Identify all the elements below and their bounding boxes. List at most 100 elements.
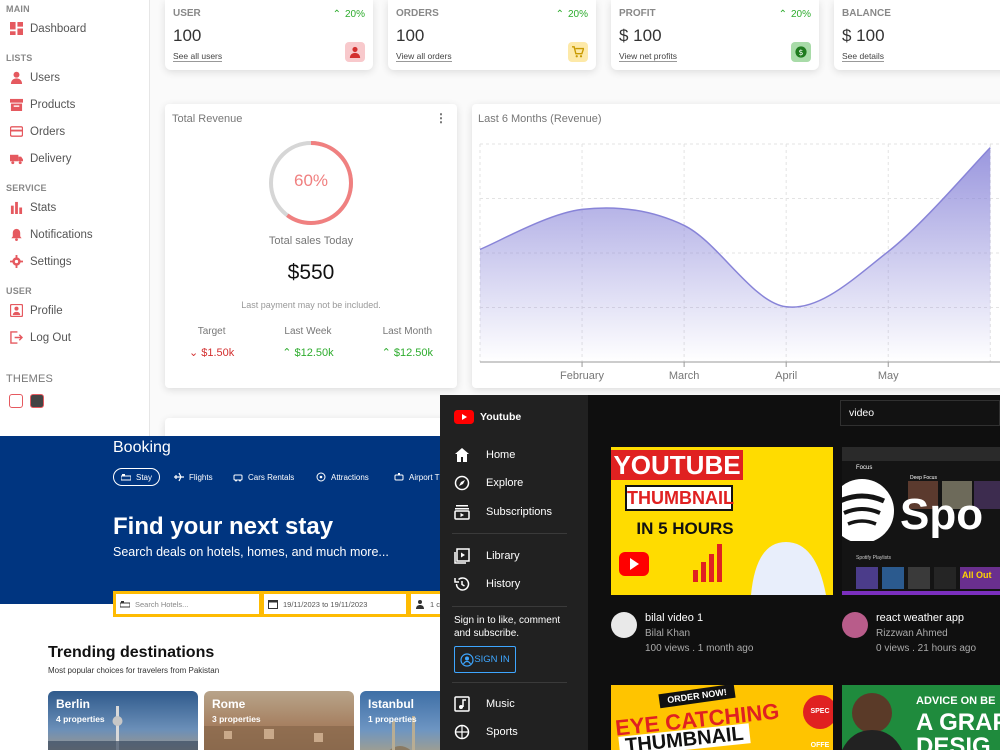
sidebar-item-label: Delivery: [30, 152, 72, 165]
booking-logo[interactable]: Booking: [113, 439, 171, 457]
sidebar-item-delivery[interactable]: Delivery: [10, 152, 72, 165]
account-box-icon: [10, 304, 23, 317]
nav-label: Stay: [136, 472, 153, 482]
thumb-text-thumbnail: THUMBNAIL: [625, 485, 734, 511]
video-title[interactable]: bilal video 1: [645, 612, 703, 624]
sidebar-item-profile[interactable]: Profile: [10, 304, 63, 317]
destination-properties: 1 properties: [368, 714, 417, 724]
revenue-subtitle: Total sales Today: [268, 235, 354, 247]
sidebar-item-orders[interactable]: Orders: [10, 125, 65, 138]
yt-nav-music[interactable]: Music: [454, 696, 515, 712]
thumb-badge: SPEC OFFE: [803, 695, 833, 749]
widget-title: BALANCE: [842, 8, 891, 19]
card-icon: [10, 126, 23, 137]
theme-dark-button[interactable]: [30, 394, 44, 408]
thumb-text-design: DESIG: [916, 733, 991, 750]
sidebar-item-label: Dashboard: [30, 22, 87, 35]
youtube-sidebar: Youtube Home Explore Subscriptions Libra…: [440, 395, 588, 750]
sidebar-item-products[interactable]: Products: [10, 98, 75, 111]
destination-card-berlin[interactable]: Berlin 4 properties: [48, 691, 198, 750]
widget-link[interactable]: View all orders: [396, 51, 452, 62]
video-thumbnail-4[interactable]: ADVICE ON BE A GRAP DESIG: [842, 685, 1000, 750]
sidebar-item-label: Products: [30, 98, 76, 111]
video-channel[interactable]: Rizzwan Ahmed: [876, 628, 948, 639]
attractions-icon: [316, 472, 326, 482]
video-title[interactable]: react weather app: [876, 612, 964, 624]
yt-nav-history[interactable]: History: [454, 576, 520, 592]
revenue-note: Last payment may not be included.: [241, 300, 381, 310]
stat-value: $1.50k: [201, 347, 235, 359]
destination-card-istanbul[interactable]: Istanbul 1 properties: [360, 691, 440, 750]
search-hotels-field[interactable]: Search Hotels...: [113, 591, 262, 617]
video-meta: 0 views . 21 hours ago: [876, 643, 977, 654]
stat-last-week: Last Week ⌃ $12.50k: [282, 326, 333, 359]
nav-car-rentals[interactable]: Cars Rentals: [233, 468, 294, 486]
widget-title: PROFIT: [619, 8, 656, 19]
thumb-text-all-out: All Out: [962, 570, 992, 580]
x-tick-label: February: [560, 370, 605, 382]
youtube-logo[interactable]: Youtube: [454, 410, 521, 424]
svg-text:$: $: [799, 48, 804, 57]
channel-avatar-1[interactable]: [611, 612, 637, 638]
widget-link[interactable]: See all users: [173, 51, 223, 62]
widget-percentage: ⌃ 20%: [333, 9, 365, 20]
trending-title: Trending destinations: [48, 644, 215, 661]
dollar-icon: $: [791, 42, 811, 62]
thumbnail-person: [842, 693, 902, 750]
more-vert-icon[interactable]: ⋮: [435, 111, 447, 125]
yt-nav-label: Music: [486, 698, 515, 710]
video-thumbnail-3[interactable]: ORDER NOW! EYE CATCHING THUMBNAIL SPEC O…: [611, 685, 833, 750]
yt-nav-label: History: [486, 578, 521, 590]
widget-pct-value: 20%: [344, 9, 365, 20]
dashboard-icon: [10, 22, 23, 35]
sidebar-item-label: Profile: [30, 304, 63, 317]
stat-value: $12.50k: [393, 347, 434, 359]
sidebar-item-dashboard[interactable]: Dashboard: [10, 22, 86, 35]
section-themes: THEMES: [6, 373, 54, 385]
stat-label: Last Week: [284, 326, 332, 337]
video-thumbnail-1[interactable]: YOUTUBE THUMBNAIL IN 5 HOURS: [611, 447, 833, 595]
destination-card-rome[interactable]: Rome 3 properties: [204, 691, 354, 750]
yt-search-input[interactable]: video: [840, 400, 1000, 426]
stat-last-month: Last Month ⌃ $12.50k: [382, 326, 433, 359]
progress-label: 60%: [293, 171, 329, 190]
sidebar-item-settings[interactable]: Settings: [10, 255, 72, 268]
video-channel[interactable]: Bilal Khan: [645, 628, 690, 639]
x-tick-label: May: [878, 370, 899, 382]
nav-airport-taxi[interactable]: Airport T: [394, 468, 440, 486]
yt-nav-subscriptions[interactable]: Subscriptions: [454, 504, 552, 520]
widget-pct-value: 20%: [567, 9, 588, 20]
sidebar-item-stats[interactable]: Stats: [10, 201, 56, 214]
channel-avatar-2[interactable]: [842, 612, 868, 638]
video-thumbnail-2[interactable]: Focus Deep Focus Spo Spotify Playlists A…: [842, 447, 1000, 595]
yt-nav-sports[interactable]: Sports: [454, 724, 518, 740]
nav-attractions[interactable]: Attractions: [316, 468, 369, 486]
nav-label: Flights: [189, 472, 213, 482]
thumbnail-art: [619, 542, 826, 595]
stat-target: Target ⌄ $1.50k: [189, 326, 234, 359]
subscriptions-icon: [454, 505, 470, 520]
guests-value: 1 c: [430, 599, 440, 609]
date-range-field[interactable]: 19/11/2023 to 19/11/2023: [261, 591, 409, 617]
thumb-text-advice: ADVICE ON BE: [916, 695, 996, 707]
sidebar-item-users[interactable]: Users: [10, 71, 60, 84]
widget-link[interactable]: See details: [842, 51, 885, 62]
sidebar-item-notifications[interactable]: Notifications: [10, 228, 93, 241]
nav-flights[interactable]: Flights: [174, 468, 213, 486]
yt-nav-library[interactable]: Library: [454, 548, 520, 564]
revenue-amount: $550: [287, 261, 335, 284]
x-tick-label: March: [669, 370, 700, 382]
sidebar-item-logout[interactable]: Log Out: [10, 331, 71, 344]
theme-light-button[interactable]: [9, 394, 23, 408]
signin-button[interactable]: SIGN IN: [454, 646, 516, 673]
widget-pct-value: 20%: [790, 9, 811, 20]
guests-field[interactable]: 1 c: [408, 591, 440, 617]
yt-nav-home[interactable]: Home: [454, 447, 515, 463]
history-icon: [454, 577, 470, 591]
widget-link[interactable]: View net profits: [619, 51, 677, 62]
sidebar-item-label: Notifications: [30, 228, 93, 241]
yt-nav-explore[interactable]: Explore: [454, 475, 523, 491]
nav-stay[interactable]: Stay: [113, 468, 161, 486]
taxi-icon: [394, 473, 404, 481]
bell-icon: [11, 228, 22, 241]
